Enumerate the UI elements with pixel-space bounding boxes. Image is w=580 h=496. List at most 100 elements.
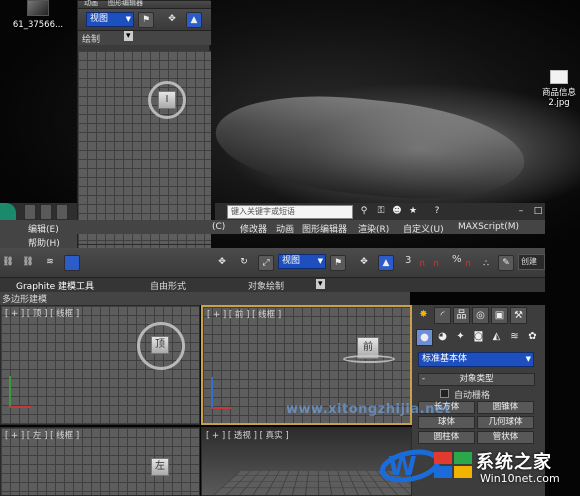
desktop-file-icon-left[interactable]: 61_37566... bbox=[6, 0, 70, 30]
dropdown-value: 标准基本体 bbox=[422, 354, 468, 364]
reference-coordinate-dropdown[interactable]: 视图 ▼ bbox=[86, 12, 134, 27]
back-3dsmax-window: 动画 图形编辑器 视图 ▼ ⚑ ✥ ▲ 绘制 ▾ Ⅰ bbox=[77, 0, 211, 291]
minimize-icon[interactable]: – bbox=[513, 204, 529, 220]
maximize-icon[interactable]: □ bbox=[530, 204, 546, 220]
sphere-button[interactable]: 球体 bbox=[418, 416, 475, 429]
object-type-rollout-header[interactable]: - 对象类型 bbox=[418, 373, 535, 386]
viewport-label[interactable]: [ + ] [ 左 ] [ 线框 ] bbox=[5, 429, 79, 441]
desktop-file-icon-right[interactable]: 商品信息 2.jpg bbox=[538, 70, 580, 108]
spacewarps-icon[interactable]: ≋ bbox=[506, 329, 523, 346]
helpers-icon[interactable]: ◭ bbox=[488, 329, 505, 346]
systems-icon[interactable]: ✿ bbox=[524, 329, 541, 346]
geometry-icon[interactable]: ● bbox=[416, 329, 433, 346]
menu-rendering[interactable]: 渲染(R) bbox=[358, 222, 389, 235]
people-icon[interactable]: ☻ bbox=[389, 204, 405, 220]
viewport-divider bbox=[78, 244, 211, 245]
rollout-title: 对象类型 bbox=[459, 374, 494, 384]
tab-freeform[interactable]: 自由形式 bbox=[150, 279, 186, 292]
named-selection-icon[interactable]: ✎ bbox=[498, 255, 514, 271]
category-dropdown[interactable]: 标准基本体 ▼ bbox=[418, 352, 534, 367]
pivot-flag-icon[interactable]: ⚑ bbox=[138, 12, 154, 28]
search-input[interactable]: 键入关键字或短语 bbox=[227, 205, 353, 219]
top-viewport[interactable]: [ + ] [ 顶 ] [ 线框 ] 顶 bbox=[0, 305, 200, 425]
brand-name: 系统之家 bbox=[476, 452, 552, 473]
menu-graph-editors-partial[interactable]: 图形编辑器 bbox=[108, 0, 143, 8]
brand-logo-icon: W bbox=[380, 449, 472, 483]
menu-animation-partial[interactable]: 动画 bbox=[84, 0, 98, 8]
main-toolbar: ⛓ ⛓ ≋ ✥ ↻ ⤢ 视图 ▼ ⚑ ✥ ▲ 3 ∩ ∩ % ∩ ∴ ✎ 创建 bbox=[0, 248, 545, 278]
modify-tab-icon[interactable]: ◜ bbox=[434, 307, 451, 324]
angle-snap-icon[interactable]: ∩ bbox=[428, 257, 444, 273]
dropdown-value: 视图 bbox=[90, 14, 109, 24]
pivot-flag-icon[interactable]: ⚑ bbox=[330, 255, 346, 271]
shapes-icon[interactable]: ◕ bbox=[434, 329, 451, 346]
geosphere-button[interactable]: 几何球体 bbox=[477, 416, 534, 429]
scale-icon[interactable]: ⤢ bbox=[258, 255, 274, 271]
edit-named-selection-icon[interactable]: ∴ bbox=[478, 257, 494, 273]
lights-icon[interactable]: ✦ bbox=[452, 329, 469, 346]
chevron-down-icon: ▼ bbox=[317, 257, 323, 265]
motion-tab-icon[interactable]: ◎ bbox=[472, 307, 489, 324]
axis-y-line bbox=[9, 376, 11, 406]
menu-create[interactable]: (C) bbox=[212, 222, 225, 232]
unlink-icon[interactable]: ⛓ bbox=[20, 255, 36, 271]
move-icon[interactable]: ✥ bbox=[214, 255, 230, 271]
menu-bar: 编辑(E) (C) 修改器 动画 图形编辑器 渲染(R) 自定义(U) MAXS… bbox=[0, 220, 545, 235]
brand-url: Win10net.com bbox=[480, 472, 560, 485]
axis-x-line bbox=[9, 406, 31, 408]
viewport-label[interactable]: [ + ] [ 透视 ] [ 真实 ] bbox=[206, 429, 289, 441]
create-selection-set-dropdown[interactable]: 创建 bbox=[518, 254, 545, 270]
brand-watermark: W 系统之家 Win10net.com bbox=[380, 440, 580, 496]
link-icon[interactable]: ⛓ bbox=[0, 255, 16, 271]
binoculars-icon[interactable]: ⚲ bbox=[356, 204, 372, 220]
desktop-file-label: 2.jpg bbox=[548, 98, 570, 108]
spinner-snap-icon[interactable]: ∩ bbox=[460, 257, 476, 273]
menu-maxscript[interactable]: MAXScript(M) bbox=[458, 222, 519, 232]
ribbon-dropdown-button[interactable]: ▾ bbox=[316, 279, 325, 289]
viewcube-top-icon[interactable]: 顶 bbox=[151, 336, 169, 354]
new-file-icon[interactable] bbox=[24, 204, 36, 220]
sun-light-icon[interactable]: ✸ bbox=[415, 307, 432, 324]
menu-modifiers[interactable]: 修改器 bbox=[240, 222, 267, 235]
hierarchy-tab-icon[interactable]: 品 bbox=[453, 307, 470, 324]
bind-spacewarp-icon[interactable]: ≋ bbox=[42, 255, 58, 271]
viewport-label[interactable]: [ + ] [ 前 ] [ 线框 ] bbox=[207, 308, 281, 320]
autogrid-row: 自动栅格 bbox=[440, 388, 530, 401]
save-file-icon[interactable] bbox=[56, 204, 68, 220]
quick-access-toolbar bbox=[0, 203, 77, 229]
align-icon[interactable]: ▲ bbox=[186, 12, 202, 28]
cameras-icon[interactable]: ◙ bbox=[470, 329, 487, 346]
key-icon[interactable]: ⚿ bbox=[373, 204, 389, 220]
viewcube-ring[interactable] bbox=[343, 355, 395, 363]
autogrid-checkbox[interactable] bbox=[440, 389, 449, 398]
display-tab-icon[interactable]: ▣ bbox=[491, 307, 508, 324]
menu-bar-row2: 帮助(H) bbox=[0, 234, 77, 249]
help-icon[interactable]: ? bbox=[429, 204, 445, 220]
back-menubar: 动画 图形编辑器 bbox=[78, 0, 211, 9]
menu-animation[interactable]: 动画 bbox=[276, 222, 294, 235]
left-viewport[interactable]: [ + ] [ 左 ] [ 线框 ] 左 bbox=[0, 427, 200, 496]
title-bar: 键入关键字或短语 ⚲ ⚿ ☻ ★ ? – □ bbox=[215, 203, 545, 220]
viewcube-left-icon[interactable]: 左 bbox=[151, 458, 169, 476]
star-icon[interactable]: ★ bbox=[405, 204, 421, 220]
snap-toggle-value[interactable]: 3 bbox=[405, 255, 411, 266]
reference-coordinate-dropdown[interactable]: 视图 ▼ bbox=[278, 254, 326, 269]
cone-button[interactable]: 圆锥体 bbox=[477, 401, 534, 414]
collapse-minus-icon: - bbox=[422, 374, 426, 384]
open-file-icon[interactable] bbox=[40, 204, 52, 220]
selection-filter-icon[interactable] bbox=[64, 255, 80, 271]
menu-graph-editors[interactable]: 图形编辑器 bbox=[302, 222, 347, 235]
tab-graphite-modeling[interactable]: Graphite 建模工具 bbox=[16, 279, 94, 292]
autogrid-label: 自动栅格 bbox=[454, 391, 491, 401]
move-icon[interactable]: ✥ bbox=[164, 12, 180, 28]
menu-customize[interactable]: 自定义(U) bbox=[403, 222, 444, 235]
ribbon-dropdown-button[interactable]: ▾ bbox=[124, 31, 133, 41]
tab-object-paint[interactable]: 对象绘制 bbox=[248, 279, 284, 292]
select-manipulate-icon[interactable]: ✥ bbox=[356, 255, 372, 271]
viewcube-top-icon[interactable]: Ⅰ bbox=[158, 91, 176, 109]
polygon-modeling-label[interactable]: 多边形建模 bbox=[2, 292, 47, 305]
viewport-label[interactable]: [ + ] [ 顶 ] [ 线框 ] bbox=[5, 307, 79, 319]
utilities-tab-icon[interactable]: ⚒ bbox=[510, 307, 527, 324]
rotate-icon[interactable]: ↻ bbox=[236, 255, 252, 271]
align-icon[interactable]: ▲ bbox=[378, 255, 394, 271]
